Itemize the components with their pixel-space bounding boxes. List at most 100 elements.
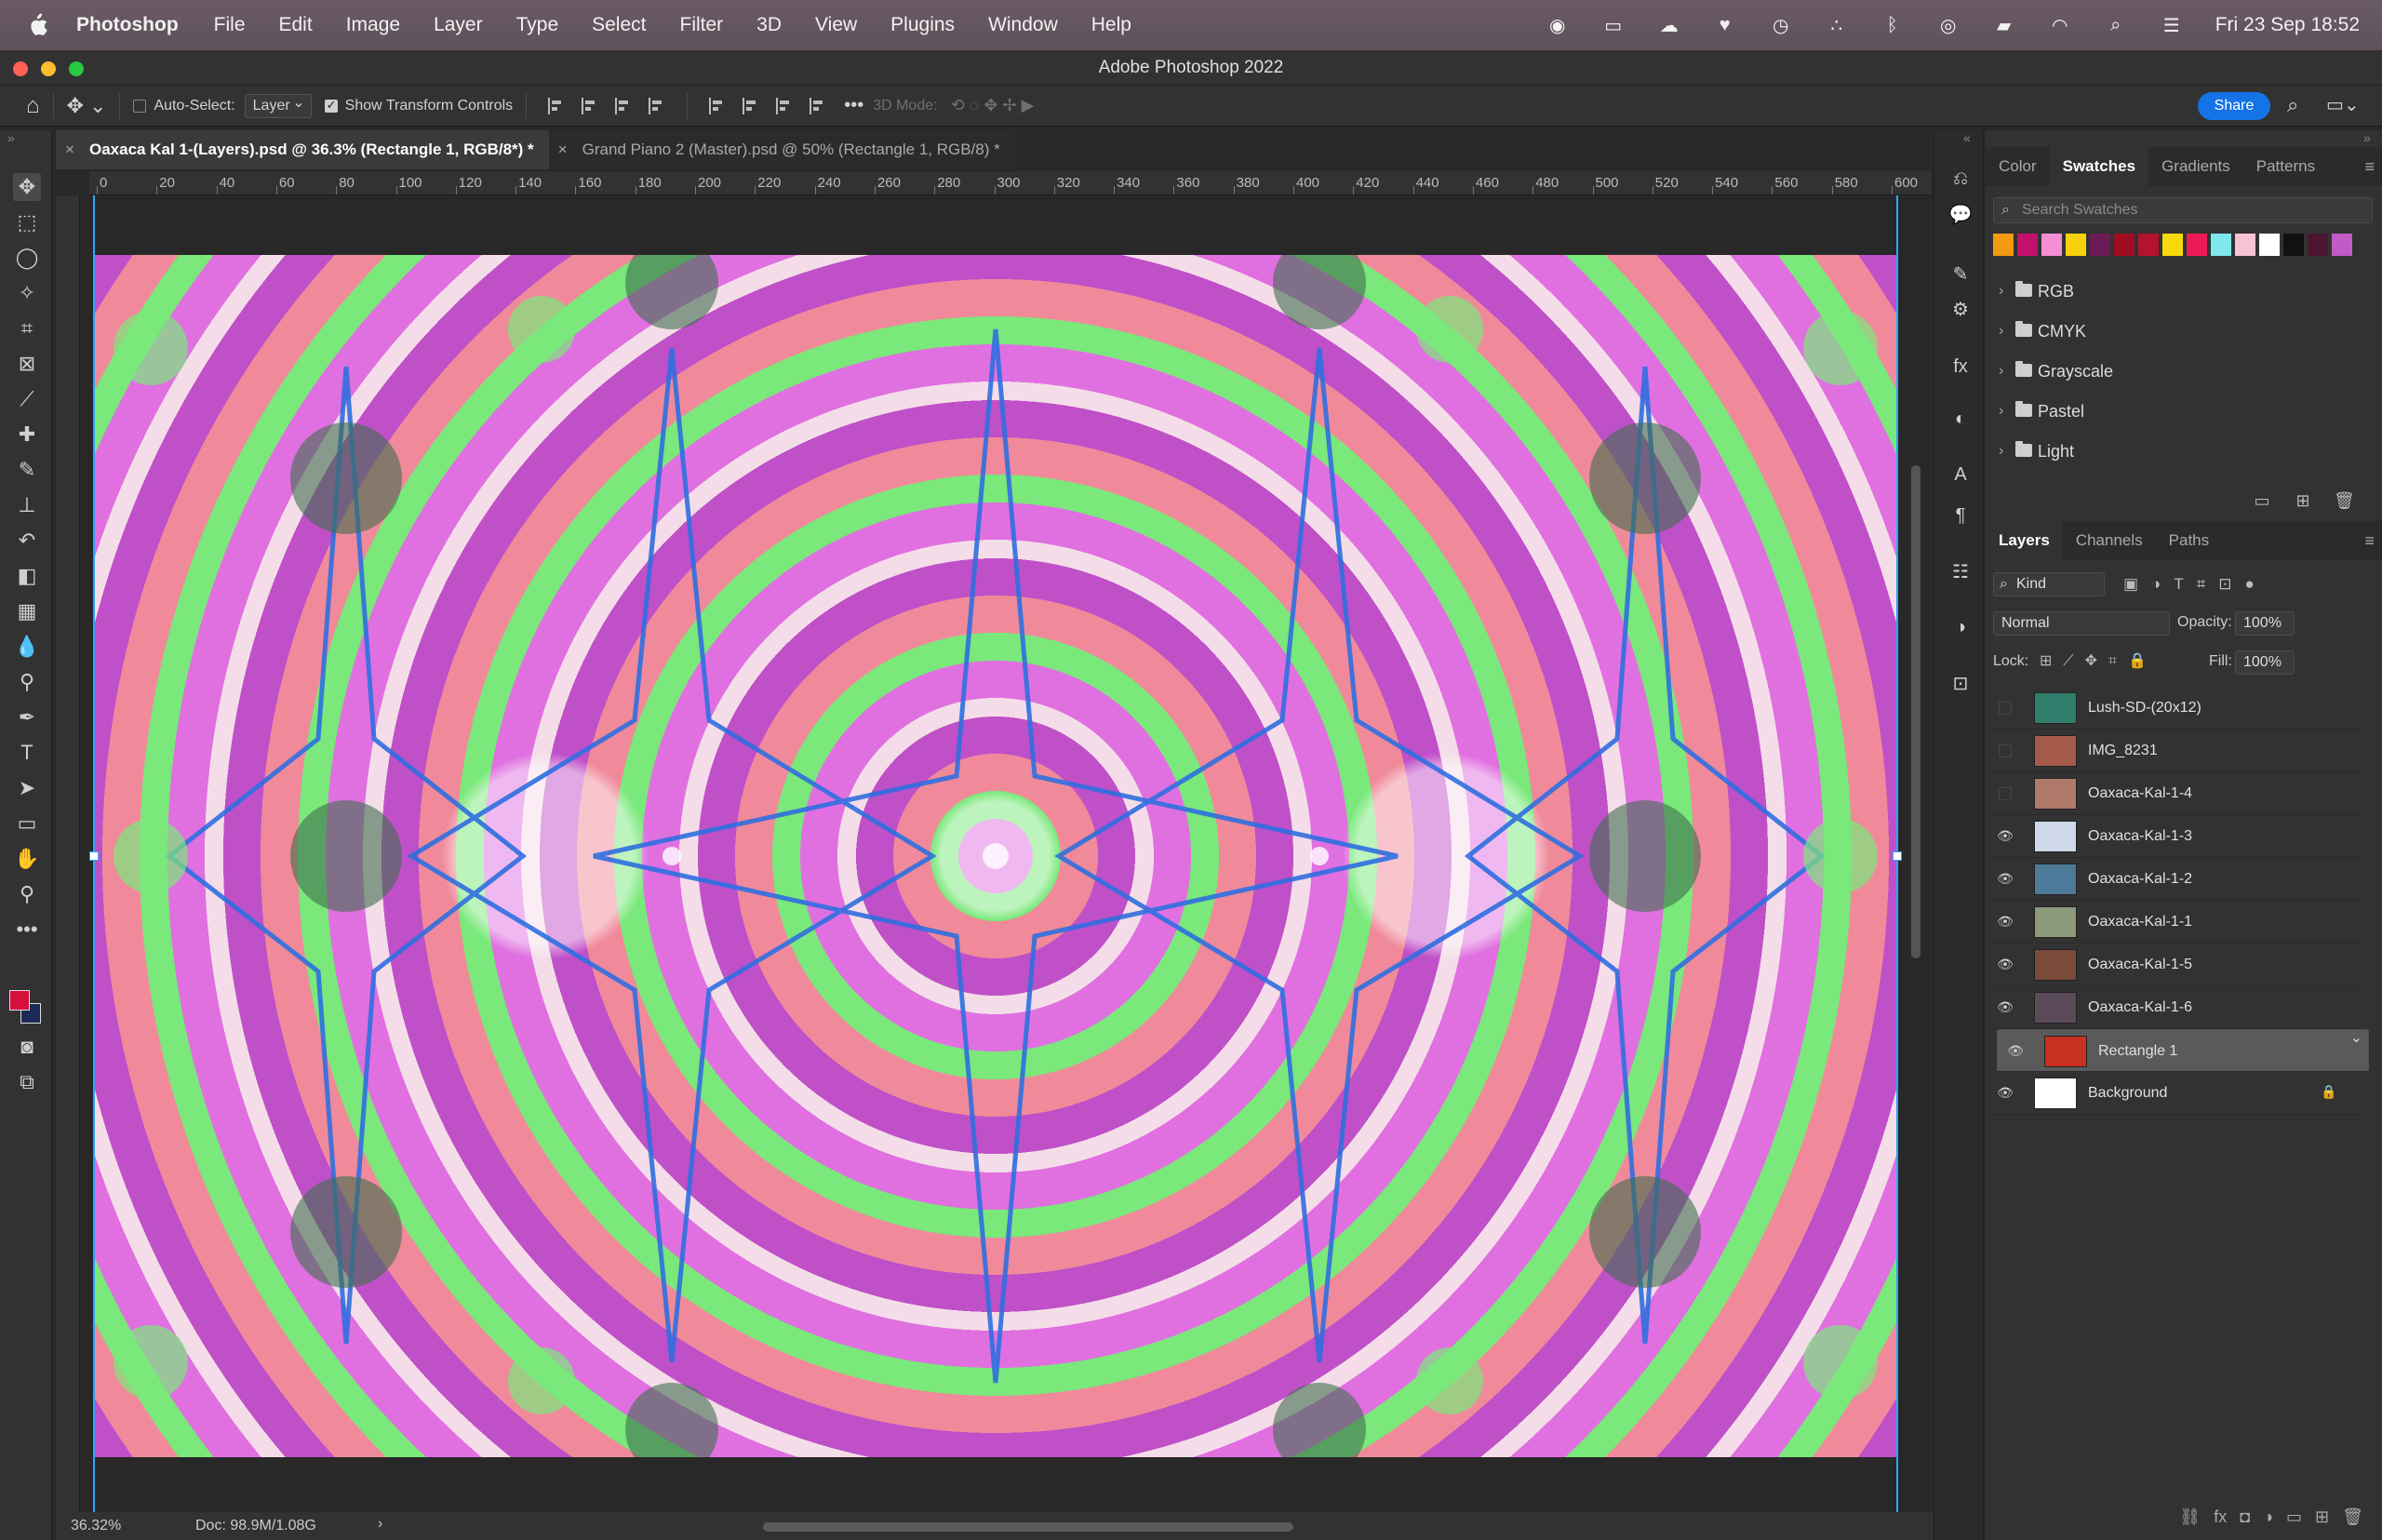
move-tool-preset-icon[interactable]: ✥ ⌄	[67, 94, 107, 118]
layer-name[interactable]: IMG_8231	[2088, 730, 2158, 772]
chevron-right-icon[interactable]: ›	[1999, 273, 2003, 310]
chevron-right-icon[interactable]: ›	[1999, 313, 2003, 350]
time-machine-icon[interactable]: ◷	[1769, 15, 1793, 36]
menu-view[interactable]: View	[815, 14, 857, 36]
layer-name[interactable]: Oaxaca-Kal-1-1	[2088, 901, 2192, 944]
menu-file[interactable]: File	[214, 14, 246, 36]
lock-options-icons[interactable]: ⊞⟋✥⌗🔒	[2040, 651, 2158, 670]
marquee-tool-icon[interactable]: ⬚	[13, 208, 41, 236]
visibility-eye-icon[interactable]: 👁	[1997, 871, 2014, 888]
3d-orbit-icon[interactable]: ⟲ ◌ ✥ ✢ ▶	[951, 96, 1035, 115]
auto-select-dropdown[interactable]: Layer	[244, 93, 312, 118]
color-swatch[interactable]	[2090, 234, 2110, 256]
comments-icon[interactable]: 💬	[1947, 201, 1974, 227]
show-transform-checkbox[interactable]	[324, 98, 338, 113]
delete-icon[interactable]: 🗑	[2334, 491, 2355, 512]
menu-window[interactable]: Window	[988, 14, 1058, 36]
move-tool-icon[interactable]: ✥	[13, 173, 41, 201]
layer-filter-kind[interactable]: ⌕ Kind	[1993, 572, 2105, 596]
distribute-vertical-icon[interactable]	[810, 97, 826, 114]
status-menu-arrow[interactable]: ›	[378, 1516, 382, 1533]
layer-thumbnail[interactable]	[2034, 821, 2077, 852]
color-swatch[interactable]	[2066, 234, 2086, 256]
blend-mode-dropdown[interactable]: Normal	[1993, 611, 2170, 636]
layer-thumbnail[interactable]	[2034, 864, 2077, 895]
home-icon[interactable]: ⌂	[26, 93, 40, 119]
canvas-area[interactable]	[80, 195, 1932, 1512]
new-swatch-icon[interactable]: ⊞	[2293, 491, 2313, 512]
clone-stamp-icon[interactable]: ⊥	[13, 491, 41, 519]
opacity-input[interactable]: 100%	[2235, 611, 2295, 636]
vpn-icon[interactable]: ♥	[1713, 15, 1737, 35]
visibility-eye-icon[interactable]: 👁	[2007, 1043, 2024, 1060]
dodge-tool-icon[interactable]: ⚲	[13, 668, 41, 696]
lock-icon[interactable]: 🔒	[2321, 1084, 2336, 1101]
color-swatch[interactable]	[2187, 234, 2207, 256]
sync-icon[interactable]: ☁	[1657, 15, 1681, 36]
menu-layer[interactable]: Layer	[434, 14, 483, 36]
search-icon[interactable]: ⌕	[2287, 93, 2298, 117]
history-icon[interactable]: ⎌	[1947, 166, 1974, 192]
collapse-arrows-icon[interactable]: «	[1963, 130, 1971, 145]
menu-image[interactable]: Image	[346, 14, 400, 36]
swatch-folder-light[interactable]: › Light	[1993, 433, 2373, 470]
tab-gradients[interactable]: Gradients	[2148, 147, 2243, 186]
close-tab-icon[interactable]: ×	[65, 130, 74, 169]
tab-grand-piano[interactable]: × Grand Piano 2 (Master).psd @ 50% (Rect…	[548, 130, 1015, 169]
align-center-icon[interactable]	[582, 97, 598, 114]
app-menu[interactable]: Photoshop	[76, 14, 179, 36]
search-icon[interactable]: ⌕	[2104, 15, 2128, 35]
layer-filter-icons[interactable]: ▣◑T⌗⊡●	[2123, 575, 2268, 594]
battery-icon[interactable]: ▰	[1992, 15, 2016, 36]
menu-3d[interactable]: 3D	[756, 14, 782, 36]
layer-row[interactable]: 👁 Oaxaca-Kal-1-2	[1987, 858, 2360, 901]
new-group-icon[interactable]: ▭	[2252, 491, 2272, 512]
layer-thumbnail[interactable]	[2034, 692, 2077, 724]
collapse-arrows-icon[interactable]: »	[2363, 130, 2371, 145]
menu-plugins[interactable]: Plugins	[890, 14, 955, 36]
transform-handle[interactable]	[1893, 851, 1902, 861]
swatch-folder-pastel[interactable]: › Pastel	[1993, 393, 2373, 430]
lasso-tool-icon[interactable]: ◯	[13, 244, 41, 272]
layer-row[interactable]: 👁 Oaxaca-Kal-1-6	[1987, 986, 2360, 1029]
color-swatch[interactable]	[2138, 234, 2159, 256]
align-middle-icon[interactable]	[743, 97, 759, 114]
layer-name[interactable]: Oaxaca-Kal-1-4	[2088, 772, 2192, 815]
workspace-icon[interactable]: ▭⌄	[2326, 93, 2360, 116]
color-swatch[interactable]	[2332, 234, 2352, 256]
layer-row[interactable]: 👁 Oaxaca-Kal-1-5	[1987, 944, 2360, 986]
tab-oaxaca[interactable]: × Oaxaca Kal 1-(Layers).psd @ 36.3% (Rec…	[56, 130, 549, 169]
layer-row[interactable]: 👁 Oaxaca-Kal-1-1	[1987, 901, 2360, 944]
color-swatch[interactable]	[2211, 234, 2231, 256]
color-swatch[interactable]	[2259, 234, 2280, 256]
fill-input[interactable]: 100%	[2235, 650, 2295, 675]
new-layer-icon[interactable]: ⊞	[2315, 1507, 2329, 1540]
bluetooth-icon[interactable]: ᛒ	[1880, 15, 1905, 35]
visibility-eye-icon[interactable]	[1999, 744, 2012, 757]
edit-toolbar-icon[interactable]: •••	[13, 916, 41, 944]
menu-edit[interactable]: Edit	[279, 14, 313, 36]
libraries-icon[interactable]: ⊡	[1947, 670, 1974, 696]
quick-mask-icon[interactable]: ◙	[13, 1033, 41, 1061]
add-mask-icon[interactable]: ◘	[2240, 1507, 2250, 1540]
horizontal-scrollbar[interactable]	[763, 1522, 1293, 1532]
history-brush-icon[interactable]: ↶	[13, 527, 41, 555]
wifi-icon[interactable]: ◠	[2048, 15, 2072, 36]
color-swatch[interactable]	[1993, 234, 2014, 256]
collapse-arrows-icon[interactable]: »	[7, 130, 15, 145]
visibility-eye-icon[interactable]: 👁	[1997, 999, 2014, 1016]
clock[interactable]: Fri 23 Sep 18:52	[2215, 14, 2360, 36]
layer-name[interactable]: Oaxaca-Kal-1-6	[2088, 986, 2192, 1029]
chevron-right-icon[interactable]: ›	[1999, 353, 2003, 390]
rectangle-tool-icon[interactable]: ▭	[13, 810, 41, 837]
visibility-eye-icon[interactable]: 👁	[1997, 914, 2014, 931]
layer-thumbnail[interactable]	[2044, 1036, 2087, 1067]
crop-tool-icon[interactable]: ⌗	[13, 315, 41, 342]
color-swatch[interactable]	[2283, 234, 2304, 256]
chevron-right-icon[interactable]: ›	[1999, 393, 2003, 430]
gradient-tool-icon[interactable]: ▦	[13, 597, 41, 625]
path-select-icon[interactable]: ➤	[13, 774, 41, 802]
eyedropper-icon[interactable]: ⟋	[13, 385, 41, 413]
tab-layers[interactable]: Layers	[1986, 521, 2063, 560]
shapes-icon[interactable]: ◐	[1947, 406, 1974, 432]
